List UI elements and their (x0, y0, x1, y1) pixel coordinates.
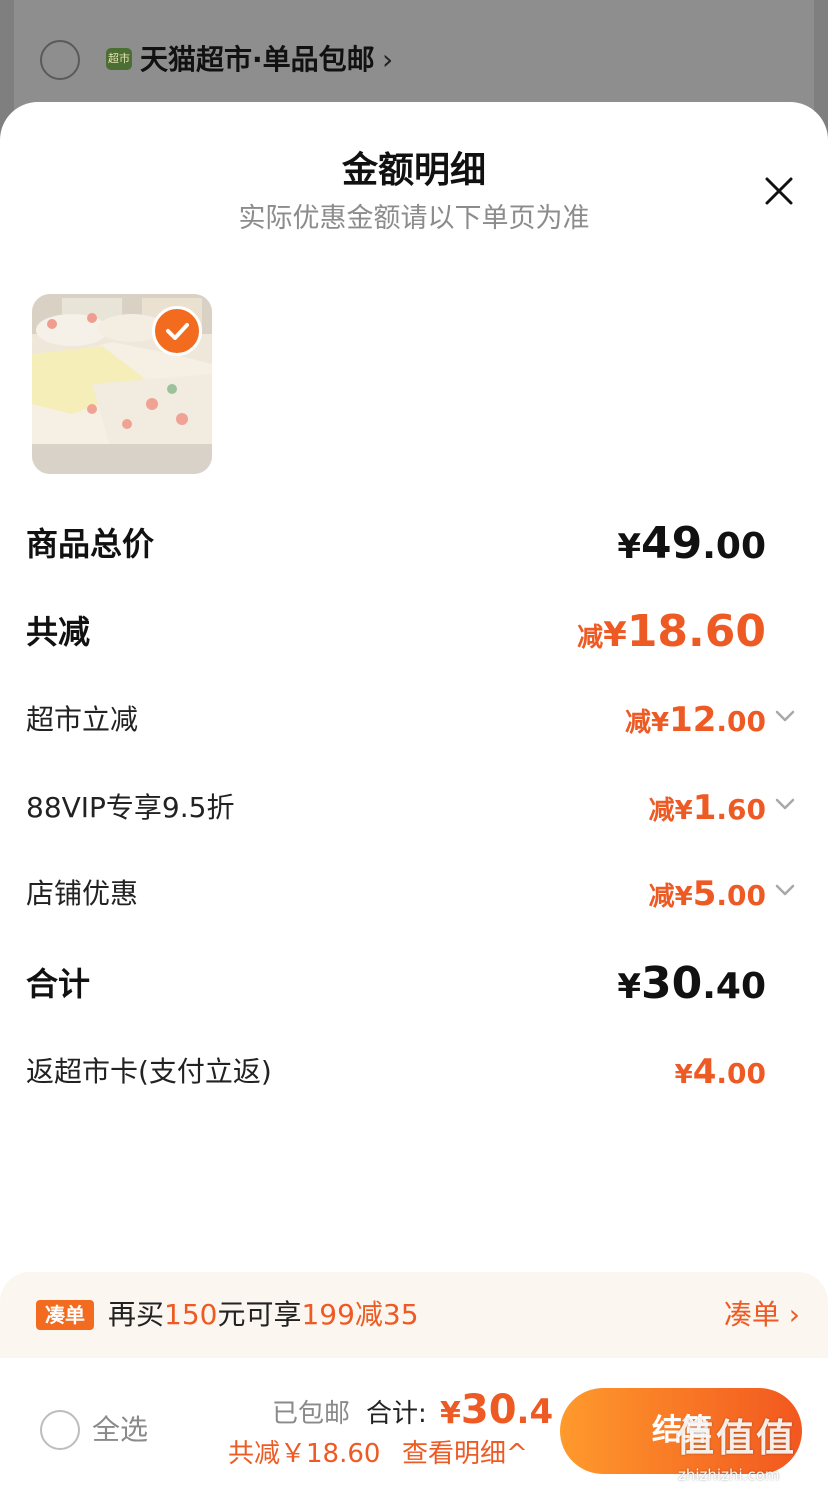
row-subtotal: 商品总价 ¥49.00 (26, 514, 796, 574)
total-value: ¥30.40 (617, 958, 766, 1009)
store-name[interactable]: 天猫超市·单品包邮 (140, 40, 375, 80)
site-watermark: 值值值 zhizhizhi.com (676, 1410, 820, 1494)
discount-value: 减¥18.60 (577, 606, 766, 657)
subtotal-value: ¥49.00 (617, 518, 766, 569)
view-detail-link[interactable]: 查看明细^ (402, 1436, 528, 1472)
store-select-radio[interactable] (40, 40, 80, 80)
row-cashback: 返超市卡(支付立返) ¥4.00 (26, 1042, 796, 1102)
selected-check-icon[interactable] (152, 306, 202, 356)
vip-value: 减¥1.60 (648, 788, 766, 828)
bottom-total-value: ¥30.4 (440, 1387, 554, 1433)
select-all-radio[interactable] (40, 1410, 80, 1450)
row-total: 合计 ¥30.40 (26, 954, 796, 1014)
chevron-up-icon: ^ (506, 1439, 528, 1469)
sheet-subtitle: 实际优惠金额请以下单页为准 (238, 203, 590, 234)
close-icon[interactable] (758, 170, 800, 212)
discount-label: 共减 (26, 613, 91, 651)
chevron-down-icon[interactable] (774, 864, 796, 920)
row-total-discount: 共减 减¥18.60 (26, 602, 796, 662)
row-store-promo[interactable]: 店铺优惠 减¥5.00 (26, 864, 796, 924)
row-vip-discount[interactable]: 88VIP专享9.5折 减¥1.60 (26, 778, 796, 838)
chevron-right-icon[interactable]: › (382, 40, 393, 80)
select-all-label[interactable]: 全选 (92, 1410, 148, 1450)
bottom-saved-text: 共减￥18.60 (228, 1439, 381, 1469)
store-promo-value: 减¥5.00 (648, 874, 766, 914)
add-on-badge: 凑单 (36, 1300, 94, 1330)
bottom-total-label: 合计: (366, 1399, 427, 1429)
watermark-url: zhizhizhi.com (678, 1466, 780, 1484)
sheet-title: 金额明细 (341, 150, 486, 191)
free-shipping-text: 已包邮 (272, 1399, 351, 1429)
cashback-value: ¥4.00 (674, 1052, 766, 1092)
chevron-down-icon[interactable] (774, 778, 796, 834)
market-cut-label: 超市立减 (26, 703, 139, 736)
vip-label: 88VIP专享9.5折 (26, 791, 235, 824)
chevron-down-icon[interactable] (774, 690, 796, 746)
add-on-link[interactable]: 凑单 › (724, 1295, 800, 1335)
chevron-right-icon: › (788, 1298, 800, 1331)
subtotal-label: 商品总价 (26, 525, 155, 563)
add-on-text: 再买150元可享199减35 (108, 1298, 419, 1331)
total-label: 合计 (26, 965, 91, 1003)
market-cut-value: 减¥12.00 (624, 700, 766, 740)
store-promo-label: 店铺优惠 (26, 877, 139, 910)
cashback-label: 返超市卡(支付立返) (26, 1055, 272, 1088)
watermark-mark: 值值值 (676, 1416, 797, 1460)
tmall-market-logo: 超市 (106, 48, 132, 70)
row-market-cut[interactable]: 超市立减 减¥12.00 (26, 690, 796, 750)
